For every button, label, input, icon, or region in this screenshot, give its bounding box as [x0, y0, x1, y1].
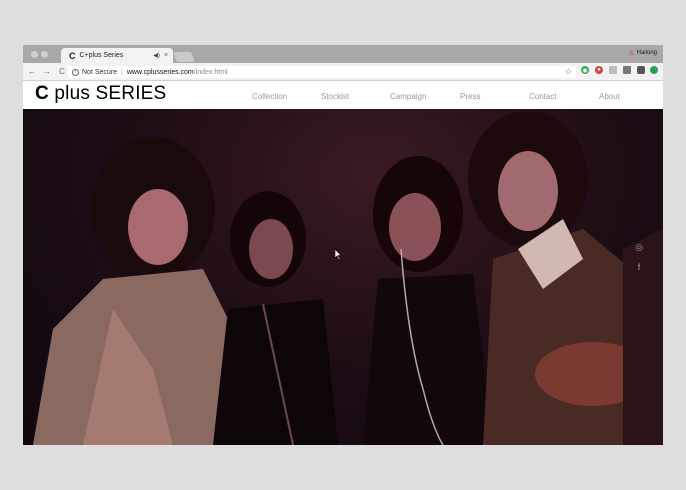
model-top-third — [363, 274, 493, 445]
person-icon: ♙ — [628, 50, 635, 57]
nav-about[interactable]: About — [599, 92, 620, 101]
hero-campaign-image: ◎ f — [23, 109, 663, 445]
red-circle-icon[interactable]: ● — [595, 66, 603, 74]
hero-photo — [33, 111, 663, 445]
logo-text: plus SERIES — [54, 83, 167, 104]
forward-arrow-icon[interactable]: → — [41, 67, 53, 76]
nav-campaign[interactable]: Campaign — [390, 92, 426, 101]
browser-toolbar: ← → C i Not Secure | www.cplusseries.com… — [23, 63, 663, 81]
address-bar[interactable]: i Not Secure | www.cplusseries.com /inde… — [68, 66, 576, 78]
puzzle-icon[interactable] — [637, 66, 645, 74]
green-circle-icon[interactable]: ◉ — [581, 66, 589, 74]
browser-window: C C+plus Series ◀) × ♙ Hailong ← → C i N… — [23, 45, 663, 445]
model-face-third — [389, 193, 441, 261]
site-favicon: C — [69, 50, 76, 61]
site-logo[interactable]: C plus SERIES — [35, 83, 166, 105]
url-path: /index.html — [193, 68, 228, 76]
site-header: C plus SERIES Collection Stockist Campai… — [23, 82, 663, 109]
window-minimize-dot[interactable] — [41, 51, 48, 58]
model-face-right — [498, 151, 558, 231]
reload-icon[interactable]: C — [56, 67, 68, 76]
nav-contact[interactable]: Contact — [529, 92, 557, 101]
facebook-icon[interactable]: f — [633, 261, 645, 273]
nav-collection[interactable]: Collection — [252, 92, 287, 101]
model-face-left — [128, 189, 188, 265]
info-icon[interactable]: i — [72, 68, 79, 76]
model-face-second — [249, 219, 293, 279]
mouse-cursor-icon — [335, 249, 342, 260]
model-jacket-second — [213, 299, 338, 445]
window-close-dot[interactable] — [31, 51, 38, 58]
nav-press[interactable]: Press — [460, 92, 480, 101]
tab-cplus-series[interactable]: C C+plus Series ◀) × — [61, 48, 173, 63]
instagram-icon[interactable]: ◎ — [633, 241, 645, 253]
back-arrow-icon[interactable]: ← — [26, 67, 38, 76]
tab-title: C+plus Series — [79, 52, 124, 59]
security-status: Not Secure — [82, 68, 118, 76]
profile-button[interactable]: ♙ Hailong — [628, 49, 657, 57]
bookmark-star-icon[interactable]: ☆ — [565, 66, 572, 78]
new-tab-button[interactable] — [173, 52, 195, 62]
url-host: www.cplusseries.com — [126, 68, 194, 76]
logo-mark: C — [35, 83, 49, 104]
cast-icon[interactable] — [623, 66, 631, 74]
green-shield-icon[interactable] — [650, 66, 658, 74]
tab-close-icon[interactable]: × — [164, 52, 168, 59]
address-separator: | — [121, 68, 123, 76]
profile-name: Hailong — [636, 50, 657, 56]
ghost-icon[interactable] — [609, 66, 617, 74]
speaker-icon[interactable]: ◀) — [153, 52, 160, 59]
nav-stockist[interactable]: Stockist — [321, 92, 349, 101]
tab-strip: C C+plus Series ◀) × ♙ Hailong — [23, 45, 663, 63]
